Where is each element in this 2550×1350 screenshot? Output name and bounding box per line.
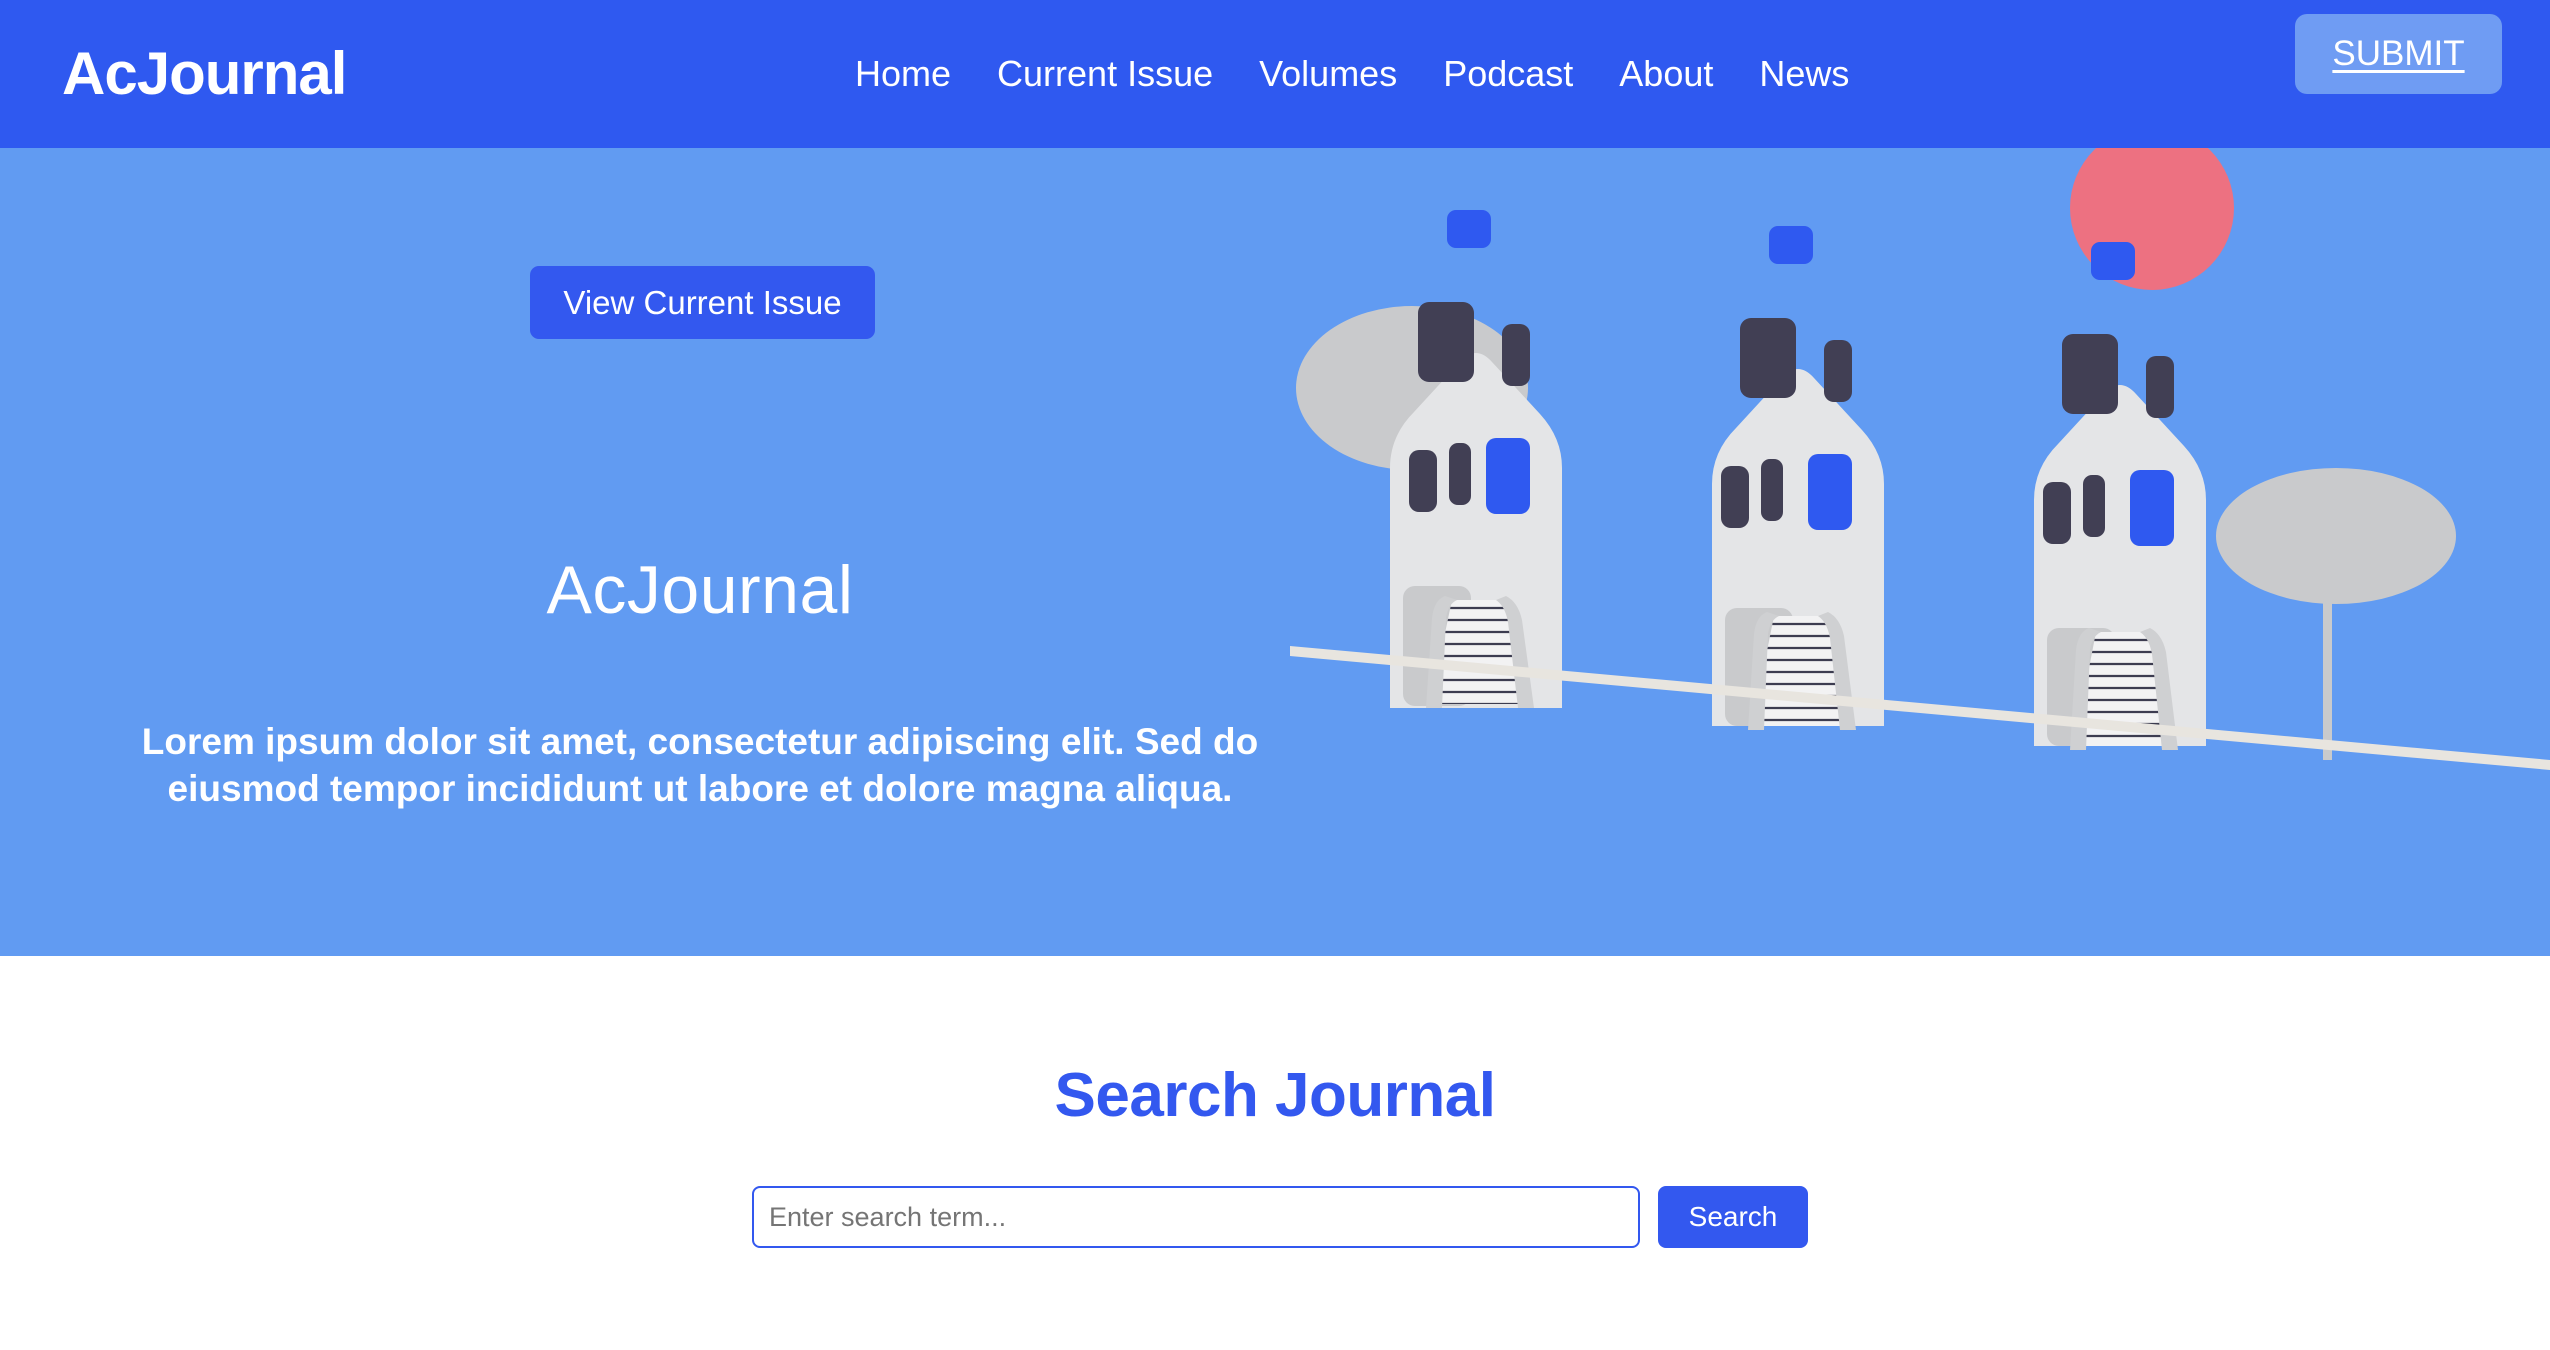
page-root: AcJournal Home Current Issue Volumes Pod… — [0, 0, 2550, 1350]
site-logo[interactable]: AcJournal — [62, 44, 347, 104]
houses-street-illustration — [1290, 148, 2550, 956]
hero-section: View Current Issue AcJournal Lorem ipsum… — [0, 148, 2550, 956]
search-form: Search — [752, 1186, 1808, 1248]
search-button[interactable]: Search — [1658, 1186, 1808, 1248]
hero-title: AcJournal — [546, 552, 854, 628]
nav-item-news[interactable]: News — [1759, 53, 1849, 95]
submit-button-label: SUBMIT — [2332, 34, 2465, 73]
search-section — [0, 956, 2550, 1350]
hero-content: View Current Issue AcJournal Lorem ipsum… — [0, 148, 1400, 956]
search-input[interactable] — [752, 1186, 1640, 1248]
hero-subtitle: Lorem ipsum dolor sit amet, consectetur … — [141, 721, 1259, 810]
nav-item-podcast[interactable]: Podcast — [1443, 53, 1573, 95]
view-current-issue-button[interactable]: View Current Issue — [530, 266, 875, 339]
tree-right — [2216, 468, 2456, 760]
nav-item-home[interactable]: Home — [855, 53, 951, 95]
search-journal-title: Search Journal — [1054, 1061, 1496, 1130]
nav-item-about[interactable]: About — [1619, 53, 1713, 95]
nav-item-current-issue[interactable]: Current Issue — [997, 53, 1213, 95]
submit-button[interactable]: SUBMIT — [2295, 14, 2502, 94]
main-navigation: Home Current Issue Volumes Podcast About… — [855, 0, 1849, 148]
nav-item-volumes[interactable]: Volumes — [1259, 53, 1397, 95]
site-header: AcJournal Home Current Issue Volumes Pod… — [0, 0, 2550, 148]
